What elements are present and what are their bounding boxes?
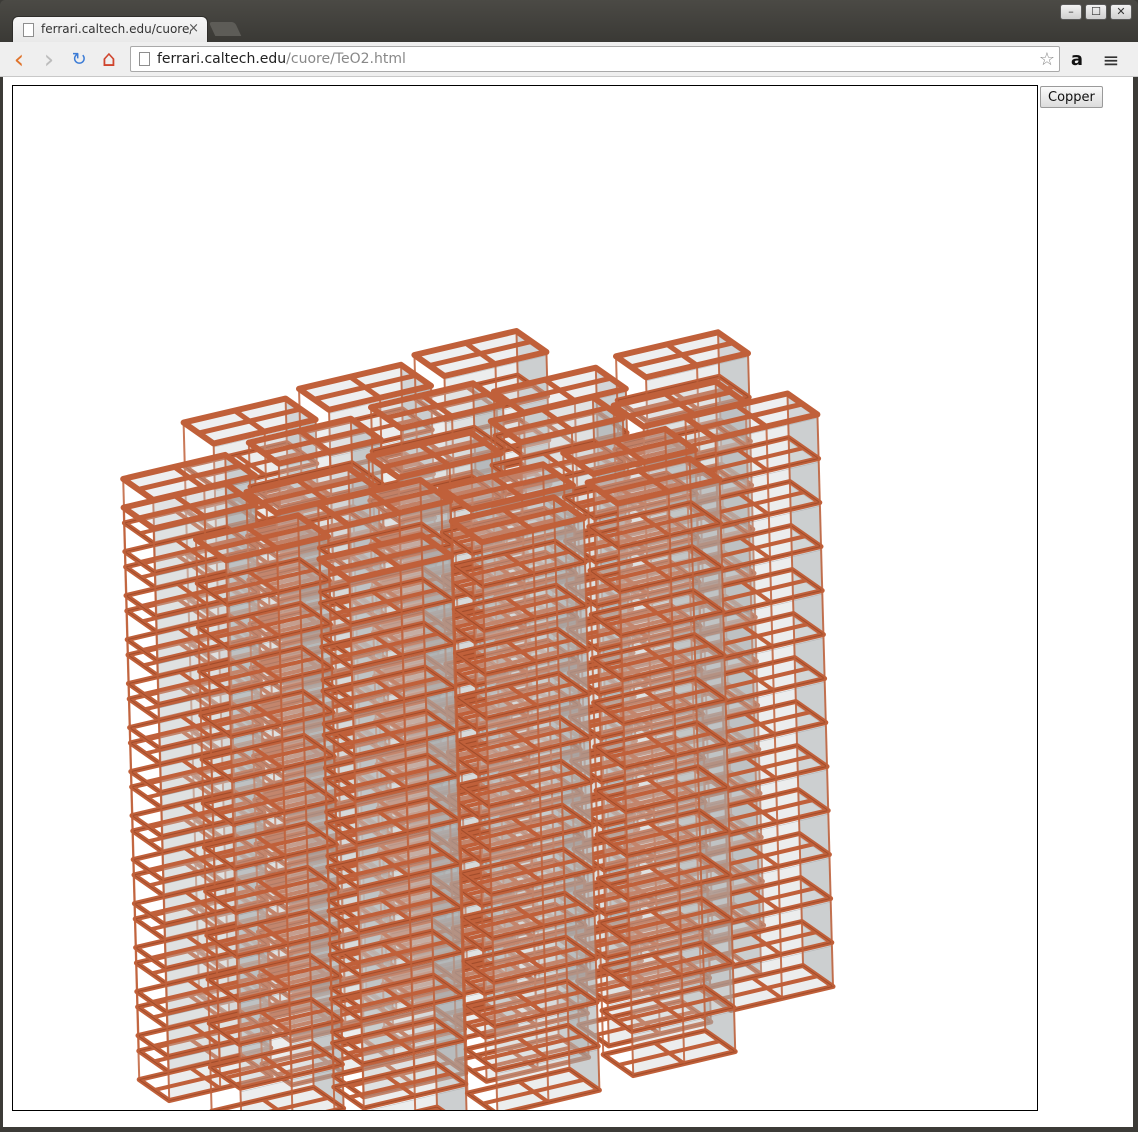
url-path: /cuore/TeO2.html	[286, 51, 406, 67]
back-arrow-icon[interactable]: ‹	[8, 47, 30, 73]
browser-toolbar: ‹ › ↻ ⌂ ferrari.caltech.edu/cuore/TeO2.h…	[0, 42, 1138, 77]
tab-active[interactable]: ferrari.caltech.edu/cuore/TeO2.html ×	[12, 16, 208, 42]
page-icon	[23, 23, 34, 37]
page-icon	[139, 52, 150, 66]
bookmark-star-icon[interactable]: ☆	[1039, 49, 1055, 70]
webgl-canvas[interactable]	[12, 85, 1038, 1111]
url-text: ferrari.caltech.edu/cuore/TeO2.html	[157, 51, 406, 67]
address-bar[interactable]: ferrari.caltech.edu/cuore/TeO2.html ☆	[130, 46, 1060, 72]
amazon-extension-icon[interactable]: a	[1066, 49, 1088, 71]
copper-button[interactable]: Copper	[1040, 86, 1103, 108]
browser-window: ferrari.caltech.edu/cuore/TeO2.html × – …	[0, 0, 1138, 1132]
tab-title: ferrari.caltech.edu/cuore/TeO2.html	[41, 22, 191, 36]
page-content: Copper	[3, 77, 1133, 1127]
home-icon[interactable]: ⌂	[98, 49, 120, 71]
maximize-button[interactable]: ☐	[1085, 4, 1107, 20]
crystal-array-render	[120, 328, 836, 1110]
menu-icon[interactable]: ≡	[1100, 49, 1122, 71]
close-tab-icon[interactable]: ×	[188, 21, 199, 36]
minimize-button[interactable]: –	[1060, 4, 1082, 20]
tab-strip: ferrari.caltech.edu/cuore/TeO2.html × – …	[0, 0, 1138, 42]
url-host: ferrari.caltech.edu	[157, 51, 287, 67]
reload-icon[interactable]: ↻	[68, 49, 90, 71]
new-tab-button[interactable]	[208, 22, 242, 36]
forward-arrow-icon[interactable]: ›	[38, 47, 60, 73]
close-window-button[interactable]: ✕	[1110, 4, 1132, 20]
